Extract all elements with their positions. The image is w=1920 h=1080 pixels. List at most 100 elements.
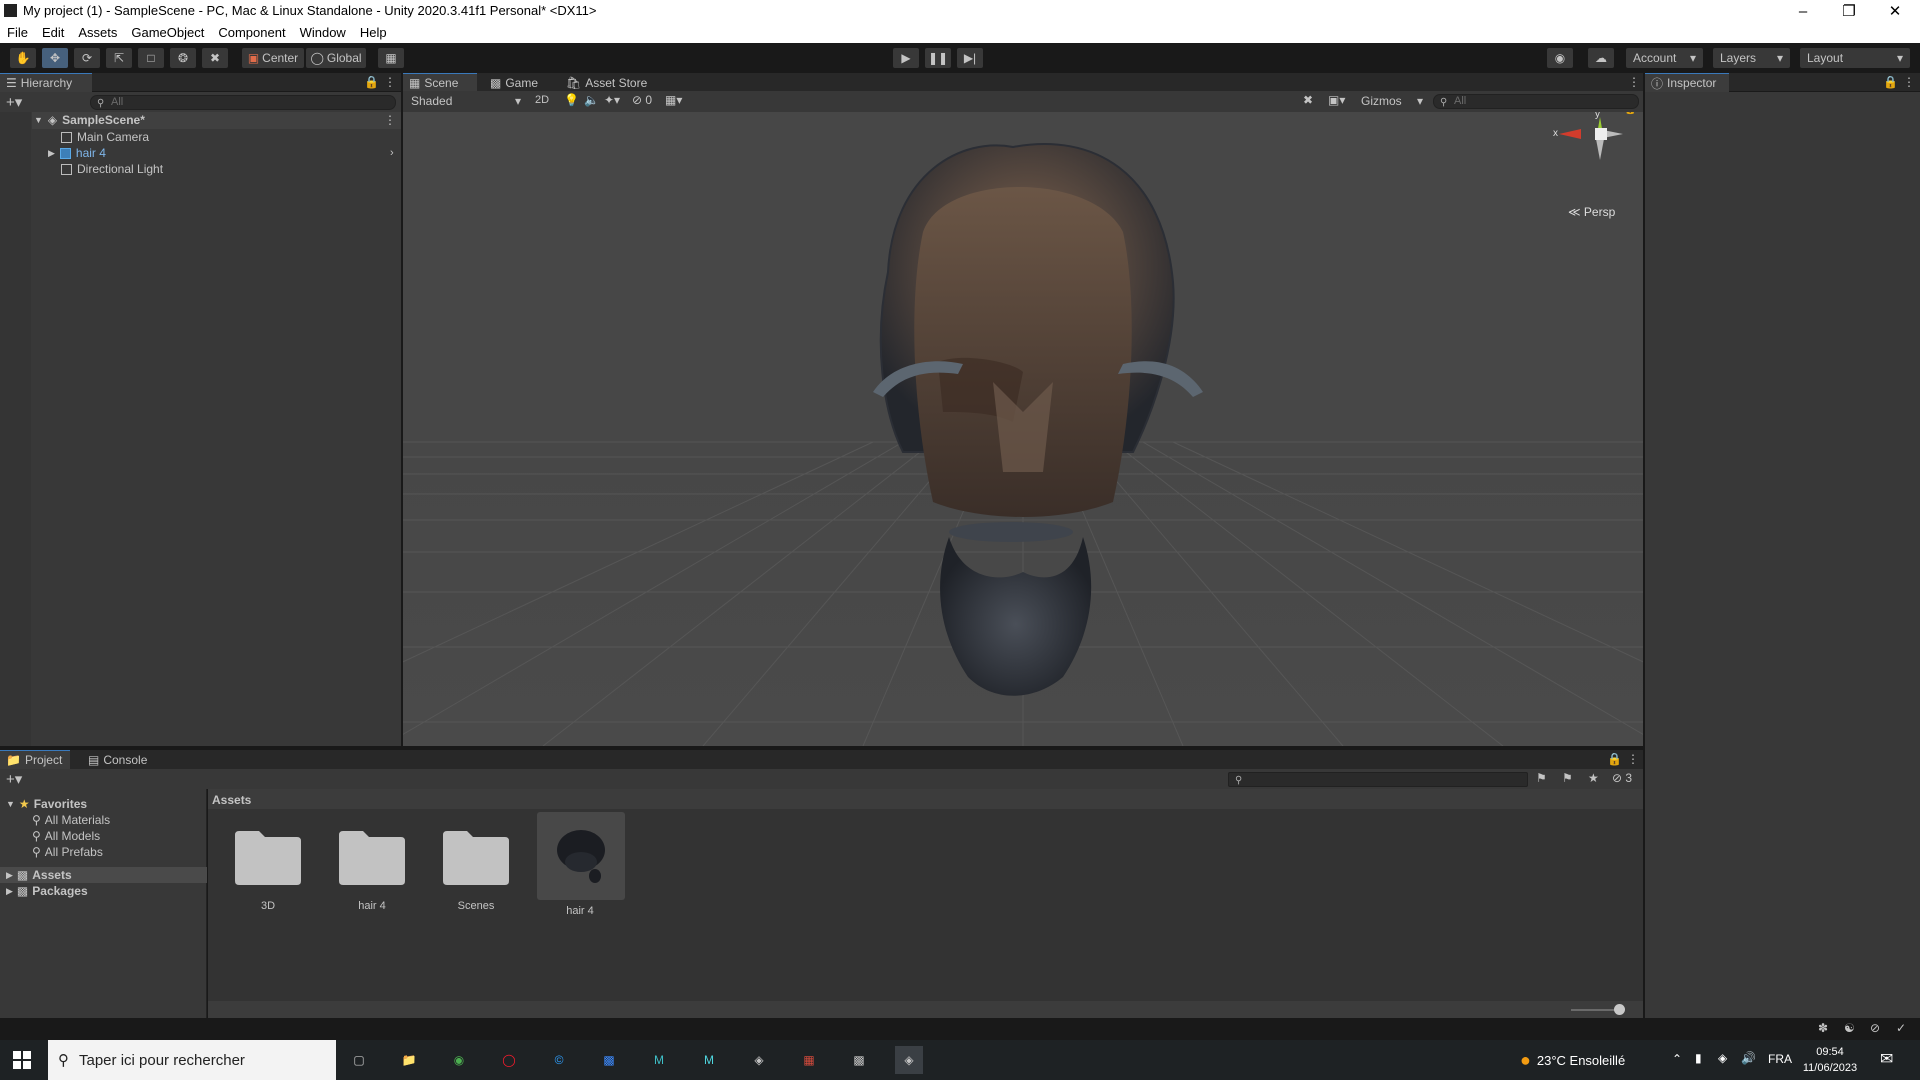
shading-mode-dropdown[interactable]: Shaded ▾ (407, 92, 525, 110)
tools-icon[interactable]: ✖ (1303, 93, 1313, 107)
menu-gameobject[interactable]: GameObject (131, 25, 204, 40)
snap-grid-icon[interactable]: ▦ (378, 48, 404, 68)
rect-tool-icon[interactable]: □ (138, 48, 164, 68)
clock[interactable]: 09:54 11/06/2023 (1800, 1044, 1860, 1076)
mail-icon[interactable]: ▩ (595, 1046, 623, 1074)
lock-icon[interactable]: 🔒 (1624, 112, 1636, 115)
wifi-icon[interactable]: ◈ (1718, 1051, 1727, 1065)
scene-view[interactable]: y x 🔒 ≪ Persp (403, 112, 1643, 746)
opera-icon[interactable]: ◯ (495, 1046, 523, 1074)
star-icon[interactable]: ★ (1588, 771, 1599, 785)
asset-folder[interactable]: hair 4 (329, 819, 415, 912)
app-icon[interactable]: ▩ (845, 1046, 873, 1074)
restore-icon[interactable]: ❐ (1826, 0, 1872, 22)
minimize-icon[interactable]: – (1780, 0, 1826, 22)
close-icon[interactable]: ✕ (1872, 0, 1918, 22)
step-button[interactable]: ▶| (957, 48, 983, 68)
unity-hub-icon[interactable]: ◈ (745, 1046, 773, 1074)
language-indicator[interactable]: FRA (1768, 1052, 1792, 1066)
play-button[interactable]: ▶ (893, 48, 919, 68)
scale-tool-icon[interactable]: ⇱ (106, 48, 132, 68)
menu-component[interactable]: Component (218, 25, 285, 40)
collab-icon[interactable]: ◉ (1547, 48, 1573, 68)
lock-icon[interactable]: 🔒 (364, 75, 379, 89)
cloud-icon[interactable]: ☁ (1588, 48, 1614, 68)
orientation-gizmo[interactable]: y x 🔒 (1543, 112, 1643, 202)
gizmos-dropdown[interactable]: Gizmos ▾ (1361, 92, 1423, 110)
folder-row-assets[interactable]: ▶ ▩ Assets (0, 867, 207, 883)
weather-widget[interactable]: ● 23°C Ensoleillé (1520, 1040, 1625, 1080)
filter-label-icon[interactable]: ⚑ (1562, 771, 1573, 785)
debug-icon[interactable]: ✽ (1818, 1021, 1828, 1035)
pivot-global-button[interactable]: ◯ Global (306, 48, 366, 68)
scene-row[interactable]: ▼ ◈ SampleScene* ⋮ (0, 112, 400, 128)
effects-icon[interactable]: ✦▾ (604, 93, 620, 107)
task-view-icon[interactable]: ▢ (345, 1046, 373, 1074)
chevron-right-icon[interactable]: › (390, 147, 394, 159)
account-dropdown[interactable]: Account ▾ (1626, 48, 1703, 68)
hierarchy-item-hair-4[interactable]: ▶ hair 4 › (0, 145, 400, 161)
hand-tool-icon[interactable]: ✋ (10, 48, 36, 68)
hierarchy-search-input[interactable]: ⚲ All (90, 95, 396, 110)
pivot-center-button[interactable]: ▣ Center (242, 48, 304, 68)
lighting-icon[interactable]: 💡 (564, 93, 579, 107)
file-explorer-icon[interactable]: 📁 (395, 1046, 423, 1074)
breadcrumb-assets[interactable]: Assets (212, 793, 251, 807)
filter-type-icon[interactable]: ⚑ (1536, 771, 1547, 785)
pause-button[interactable]: ❚❚ (925, 48, 951, 68)
move-tool-icon[interactable]: ✥ (42, 48, 68, 68)
tab-scene[interactable]: ▦ Scene (403, 73, 477, 92)
asset-folder[interactable]: 3D (225, 819, 311, 912)
volume-icon[interactable]: 🔊 (1741, 1051, 1756, 1065)
menu-file[interactable]: File (7, 25, 28, 40)
autogenerate-icon[interactable]: ⊘ (1870, 1021, 1880, 1035)
camera-icon[interactable]: ▣▾ (1328, 93, 1345, 107)
tab-game[interactable]: ▩ Game (484, 73, 544, 92)
hair-model[interactable] (873, 143, 1203, 696)
chevron-up-icon[interactable]: ⌃ (1672, 1052, 1682, 1066)
favorite-item[interactable]: ⚲ All Prefabs (0, 844, 207, 860)
progress-icon[interactable]: ☯ (1844, 1021, 1855, 1035)
windows-start-icon[interactable] (8, 1046, 36, 1074)
audio-icon[interactable]: 🔈 (584, 93, 599, 107)
favorite-item[interactable]: ⚲ All Models (0, 828, 207, 844)
add-icon[interactable]: +▾ (6, 93, 22, 111)
kebab-menu-icon[interactable]: ⋮ (1903, 75, 1915, 89)
unity-editor-icon[interactable]: ◈ (895, 1046, 923, 1074)
custom-tool-icon[interactable]: ✖ (202, 48, 228, 68)
transform-tool-icon[interactable]: ❂ (170, 48, 196, 68)
check-icon[interactable]: ✓ (1896, 1021, 1906, 1035)
chrome-icon[interactable]: ◉ (445, 1046, 473, 1074)
battery-icon[interactable]: ▮ (1695, 1051, 1702, 1065)
menu-edit[interactable]: Edit (42, 25, 64, 40)
grid-toggle-icon[interactable]: ▦▾ (665, 93, 682, 107)
layout-dropdown[interactable]: Layout ▾ (1800, 48, 1910, 68)
maya-2-icon[interactable]: M (695, 1046, 723, 1074)
hidden-packages-toggle[interactable]: ⊘ 3 (1612, 771, 1632, 785)
expand-arrow-icon[interactable]: ▶ (48, 148, 55, 159)
kebab-menu-icon[interactable]: ⋮ (384, 113, 396, 127)
maya-icon[interactable]: M (645, 1046, 673, 1074)
winrar-icon[interactable]: ▦ (795, 1046, 823, 1074)
kebab-menu-icon[interactable]: ⋮ (384, 75, 396, 89)
menu-window[interactable]: Window (300, 25, 346, 40)
kebab-menu-icon[interactable]: ⋮ (1628, 75, 1640, 89)
toggle-2d-button[interactable]: 2D (535, 94, 549, 106)
lock-icon[interactable]: 🔒 (1883, 75, 1898, 89)
notifications-icon[interactable]: ✉ (1880, 1049, 1893, 1069)
asset-model[interactable]: hair 4 (537, 812, 625, 917)
tab-project[interactable]: 📁 Project (0, 750, 70, 769)
menu-help[interactable]: Help (360, 25, 387, 40)
menu-assets[interactable]: Assets (78, 25, 117, 40)
expand-arrow-icon[interactable]: ▼ (34, 115, 43, 125)
ccleaner-icon[interactable]: © (545, 1046, 573, 1074)
hierarchy-item-main-camera[interactable]: Main Camera (0, 129, 400, 145)
lock-icon[interactable]: 🔒 (1607, 752, 1622, 766)
kebab-menu-icon[interactable]: ⋮ (1627, 752, 1639, 766)
add-icon[interactable]: +▾ (6, 770, 22, 788)
projection-toggle[interactable]: ≪ Persp (1568, 205, 1615, 219)
layers-dropdown[interactable]: Layers ▾ (1713, 48, 1790, 68)
tab-asset-store[interactable]: 🛍 Asset Store (560, 73, 653, 92)
folder-row-packages[interactable]: ▶ ▩ Packages (0, 883, 207, 899)
scene-search-input[interactable]: ⚲ All (1433, 94, 1639, 109)
